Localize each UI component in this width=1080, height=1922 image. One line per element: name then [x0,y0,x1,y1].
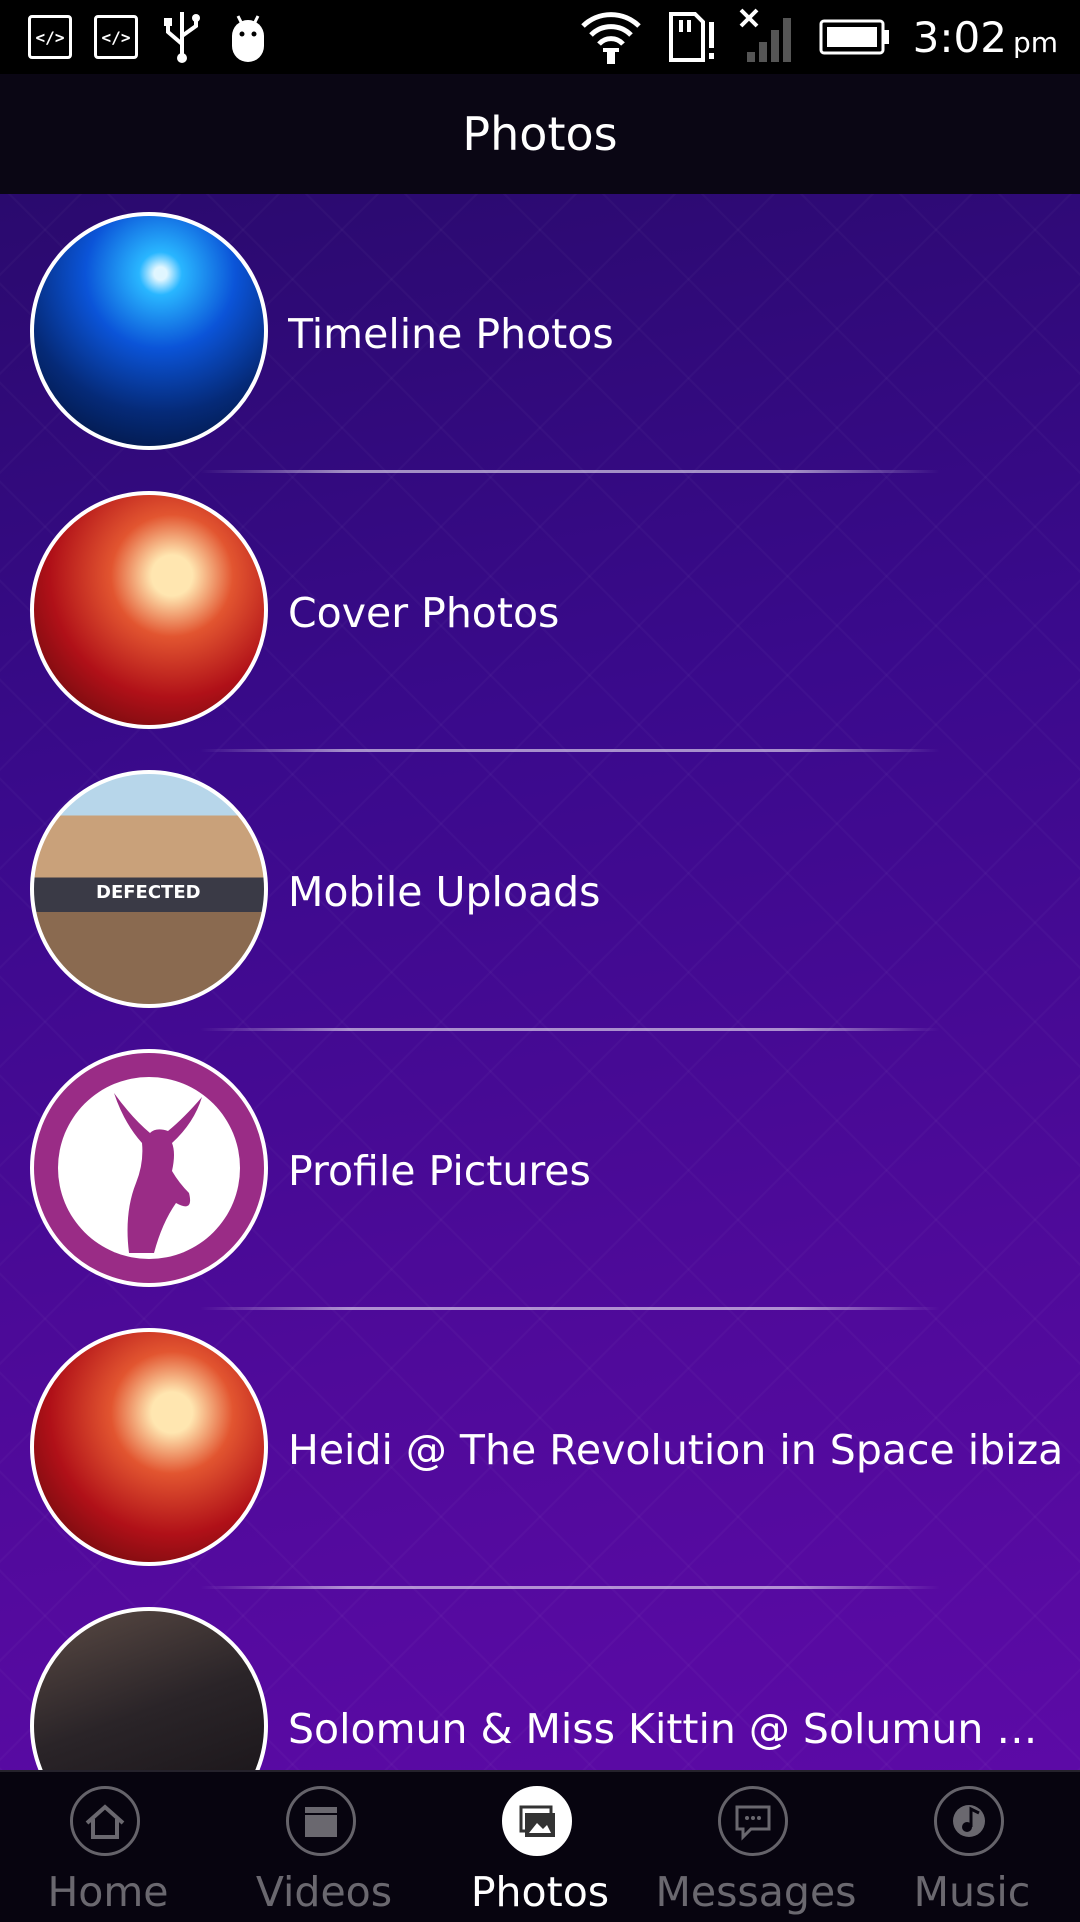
photo-icon [502,1786,572,1856]
album-title: Cover Photos [288,588,560,637]
bottom-tab-bar: Home Videos Photos Messages Music [0,1770,1080,1922]
album-title: Profile Pictures [288,1146,591,1195]
app-header: Photos [0,74,1080,194]
album-thumbnail [30,1049,268,1287]
code-icon: </> [94,15,138,59]
code-icon: </> [28,15,72,59]
album-row-mobile-uploads[interactable]: DEFECTED Mobile Uploads [0,752,1080,1031]
clock: 3:02 pm [913,13,1058,62]
clapperboard-icon [286,1786,356,1856]
album-thumbnail [30,1607,268,1770]
album-row-heidi[interactable]: Heidi @ The Revolution in Space ibiza [0,1310,1080,1589]
album-thumbnail: DEFECTED [30,770,268,1008]
album-row-profile-pictures[interactable]: Profile Pictures [0,1031,1080,1310]
tab-music[interactable]: Music [864,1772,1080,1922]
album-thumbnail [30,212,268,450]
tab-photos[interactable]: Photos [432,1772,648,1922]
status-bar: </> </> 3:02 pm [0,0,1080,74]
home-icon [70,1786,140,1856]
usb-icon [164,12,200,63]
tab-label: Messages [655,1868,857,1916]
album-list[interactable]: Timeline Photos Cover Photos DEFECTED Mo… [0,194,1080,1770]
clock-time: 3:02 [912,12,1007,62]
tab-label: Videos [255,1868,393,1916]
tab-messages[interactable]: Messages [648,1772,864,1922]
battery-icon [819,19,889,55]
album-row-cover-photos[interactable]: Cover Photos [0,473,1080,752]
wifi-icon [580,12,641,64]
stage-logo: DEFECTED [96,882,201,903]
signal-off-icon [739,8,791,62]
android-icon [232,15,264,62]
tab-label: Home [47,1868,169,1916]
clock-ampm: pm [1012,25,1058,59]
dancer-logo-icon [114,1093,202,1253]
album-title: Heidi @ The Revolution in Space ibiza [288,1425,1064,1474]
album-thumbnail [30,1328,268,1566]
tab-videos[interactable]: Videos [216,1772,432,1922]
tab-home[interactable]: Home [0,1772,216,1922]
music-icon [934,1786,1004,1856]
sd-card-alert-icon [668,12,714,62]
album-title: Mobile Uploads [288,867,601,916]
album-thumbnail [30,491,268,729]
album-title: Timeline Photos [288,309,614,358]
tab-label: Music [913,1868,1031,1916]
chat-icon [718,1786,788,1856]
album-row-timeline-photos[interactable]: Timeline Photos [0,194,1080,473]
page-title: Photos [462,107,618,161]
album-title: Solomun & Miss Kittin @ Solumun +1, Pach… [288,1704,1070,1753]
tab-label: Photos [470,1868,610,1916]
album-row-solomun[interactable]: Solomun & Miss Kittin @ Solumun +1, Pach… [0,1589,1080,1770]
